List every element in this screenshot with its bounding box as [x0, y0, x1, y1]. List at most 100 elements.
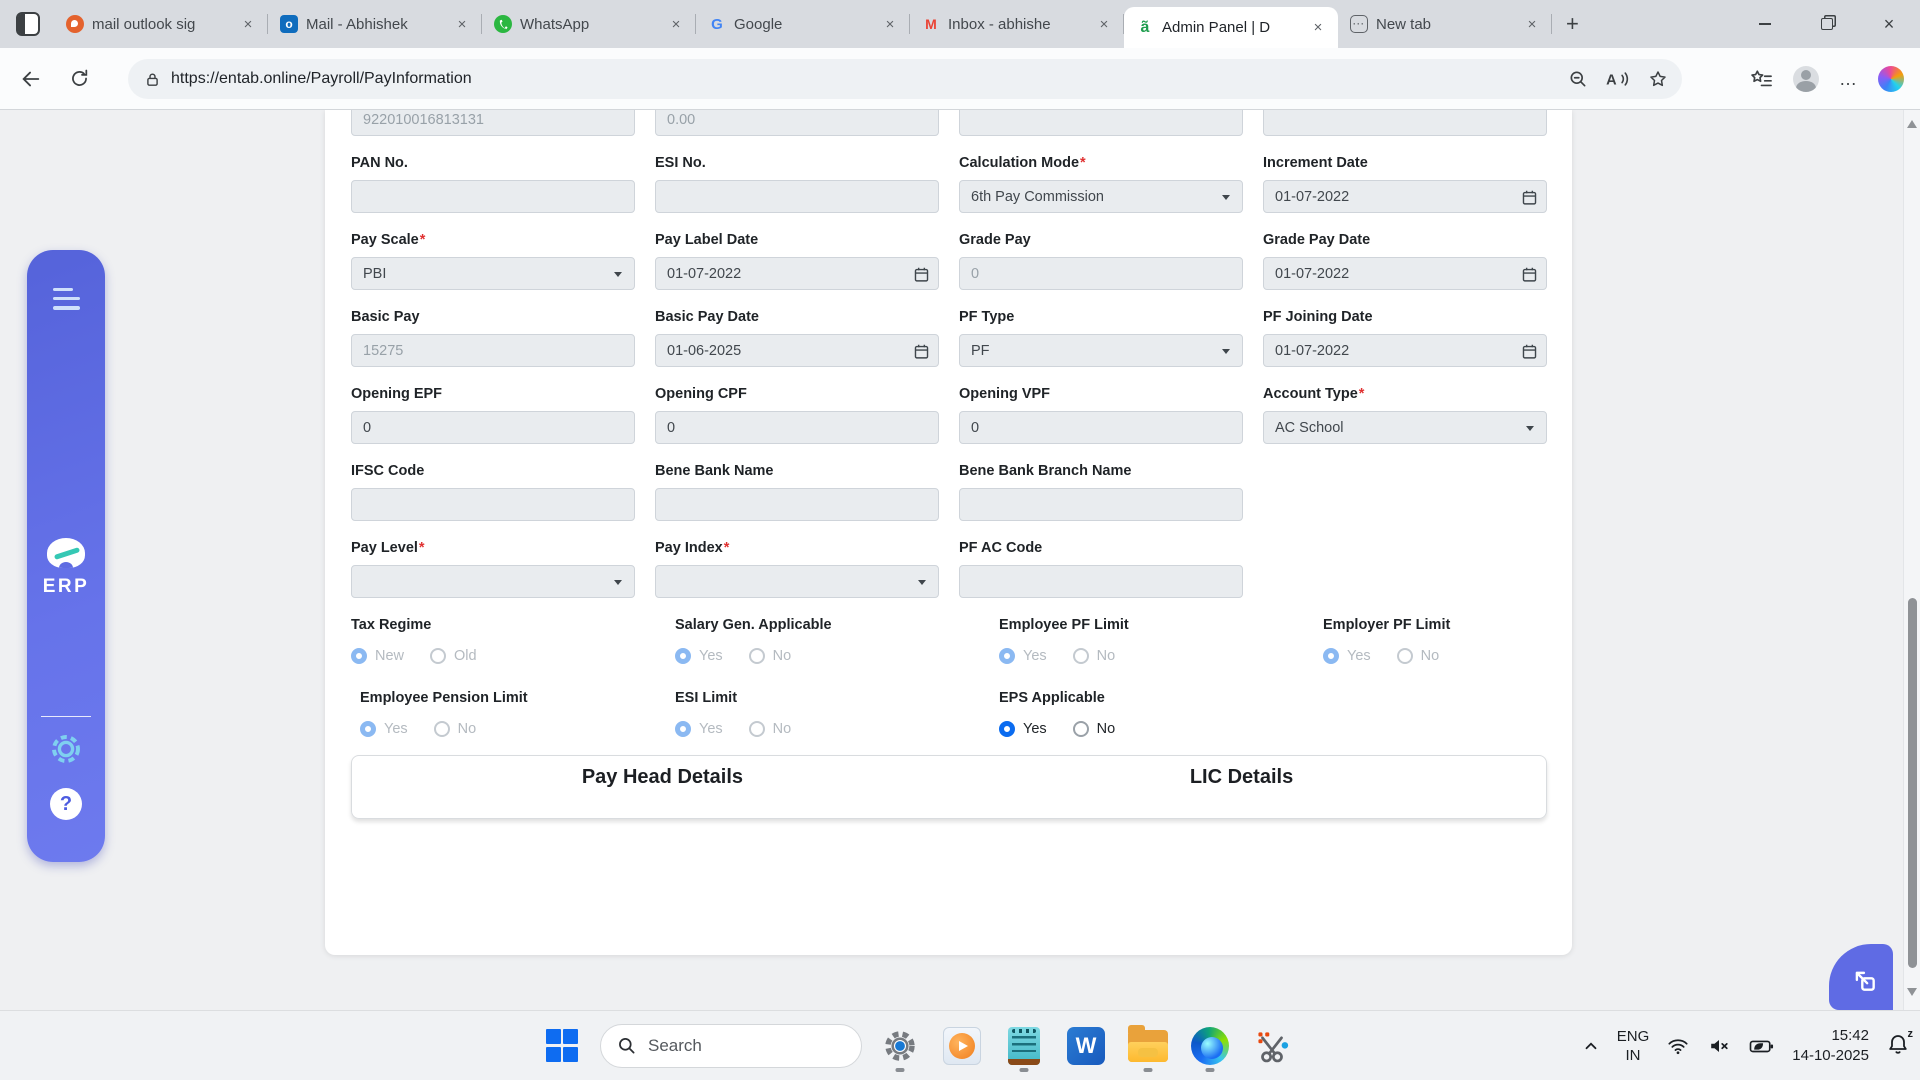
radio-no[interactable]: No [1073, 721, 1116, 737]
scrollbar-thumb[interactable] [1908, 598, 1917, 968]
window-restore-button[interactable] [1796, 0, 1858, 48]
grade-pay-date-input[interactable]: 01-07-2022 [1263, 257, 1547, 290]
tab-google[interactable]: G Google × [696, 0, 910, 48]
tab-gmail-inbox[interactable]: M Inbox - abhishe × [910, 0, 1124, 48]
tab-new-tab[interactable]: ··· New tab × [1338, 0, 1552, 48]
radio-yes[interactable]: Yes [360, 721, 408, 737]
url-text[interactable]: https://entab.online/Payroll/PayInformat… [171, 70, 1568, 88]
vertical-scrollbar[interactable] [1903, 110, 1920, 1010]
taskbar-media-player[interactable] [938, 1022, 986, 1070]
menu-hamburger-icon[interactable] [53, 288, 80, 310]
window-close-button[interactable]: × [1858, 0, 1920, 48]
windows-logo-icon [546, 1029, 579, 1062]
truncated-input-1[interactable]: 922010016813131 [351, 110, 635, 136]
notification-bell[interactable]: z [1886, 1032, 1910, 1061]
new-tab-button[interactable]: + [1566, 11, 1579, 37]
volume-muted-icon[interactable] [1707, 1035, 1731, 1057]
language-indicator[interactable]: ENG IN [1617, 1027, 1650, 1065]
refresh-icon[interactable] [62, 62, 96, 96]
calendar-icon[interactable] [1521, 343, 1538, 360]
window-minimize-button[interactable] [1734, 0, 1796, 48]
truncated-input-3[interactable] [959, 110, 1243, 136]
calendar-icon[interactable] [913, 266, 930, 283]
pay-level-select[interactable] [351, 565, 635, 598]
tab-workspaces-icon[interactable] [16, 12, 40, 36]
tab-close-icon[interactable]: × [666, 14, 686, 34]
radio-yes[interactable]: Yes [999, 648, 1047, 664]
radio-no[interactable]: No [1397, 648, 1440, 664]
profile-avatar[interactable] [1793, 66, 1819, 92]
favorite-star-icon[interactable] [1648, 69, 1668, 89]
radio-yes[interactable]: Yes [675, 648, 723, 664]
bene-bank-branch-name-input[interactable] [959, 488, 1243, 521]
favorites-list-icon[interactable] [1749, 68, 1773, 90]
radio-no[interactable]: No [434, 721, 477, 737]
tab-close-icon[interactable]: × [452, 14, 472, 34]
taskbar-search-input[interactable]: Search [600, 1024, 862, 1068]
radio-yes[interactable]: Yes [675, 721, 723, 737]
esi-no-input[interactable] [655, 180, 939, 213]
taskbar-word[interactable]: W [1062, 1022, 1110, 1070]
opening-vpf-input[interactable]: 0 [959, 411, 1243, 444]
taskbar-settings[interactable] [876, 1022, 924, 1070]
address-bar[interactable]: https://entab.online/Payroll/PayInformat… [128, 59, 1682, 99]
taskbar-file-explorer[interactable] [1124, 1022, 1172, 1070]
taskbar-edge[interactable] [1186, 1022, 1234, 1070]
tab-close-icon[interactable]: × [880, 14, 900, 34]
battery-saver-icon[interactable] [1748, 1035, 1775, 1057]
radio-old[interactable]: Old [430, 648, 477, 664]
radio-yes[interactable]: Yes [999, 721, 1047, 737]
calendar-icon[interactable] [913, 343, 930, 360]
taskbar-snipping-tool[interactable] [1248, 1022, 1296, 1070]
settings-more-icon[interactable]: … [1839, 69, 1858, 90]
pay-scale-select[interactable]: PBI [351, 257, 635, 290]
radio-no[interactable]: No [749, 648, 792, 664]
settings-gear-icon[interactable] [48, 731, 84, 772]
pf-ac-code-input[interactable] [959, 565, 1243, 598]
scroll-up-icon[interactable] [1907, 120, 1917, 128]
scroll-down-icon[interactable] [1907, 988, 1917, 996]
pan-no-input[interactable] [351, 180, 635, 213]
tray-chevron-up-icon[interactable] [1582, 1037, 1600, 1055]
zoom-out-icon[interactable] [1568, 69, 1588, 89]
radio-yes[interactable]: Yes [1323, 648, 1371, 664]
radio-no[interactable]: No [749, 721, 792, 737]
pf-type-select[interactable]: PF [959, 334, 1243, 367]
read-aloud-icon[interactable]: A [1606, 69, 1630, 89]
tab-close-icon[interactable]: × [238, 14, 258, 34]
truncated-input-2[interactable]: 0.00 [655, 110, 939, 136]
tab-mail-abhishek[interactable]: o Mail - Abhishek × [268, 0, 482, 48]
tab-close-icon[interactable]: × [1308, 18, 1328, 38]
back-icon[interactable] [14, 62, 48, 96]
truncated-input-4[interactable] [1263, 110, 1547, 136]
wifi-icon[interactable] [1666, 1035, 1690, 1057]
radio-new[interactable]: New [351, 648, 404, 664]
tab-whatsapp[interactable]: WhatsApp × [482, 0, 696, 48]
opening-cpf-input[interactable]: 0 [655, 411, 939, 444]
basic-pay-input[interactable]: 15275 [351, 334, 635, 367]
expand-shortcut-button[interactable] [1829, 944, 1893, 1010]
grade-pay-input[interactable]: 0 [959, 257, 1243, 290]
radio-no[interactable]: No [1073, 648, 1116, 664]
pay-label-date-input[interactable]: 01-07-2022 [655, 257, 939, 290]
ifsc-code-input[interactable] [351, 488, 635, 521]
pf-joining-date-input[interactable]: 01-07-2022 [1263, 334, 1547, 367]
opening-epf-input[interactable]: 0 [351, 411, 635, 444]
copilot-icon[interactable] [1878, 66, 1904, 92]
bene-bank-name-input[interactable] [655, 488, 939, 521]
calendar-icon[interactable] [1521, 189, 1538, 206]
account-type-select[interactable]: AC School [1263, 411, 1547, 444]
pay-index-select[interactable] [655, 565, 939, 598]
start-button[interactable] [538, 1022, 586, 1070]
increment-date-input[interactable]: 01-07-2022 [1263, 180, 1547, 213]
tab-admin-panel-active[interactable]: ã Admin Panel | D × [1124, 7, 1338, 48]
clock[interactable]: 15:42 14-10-2025 [1792, 1026, 1869, 1066]
calendar-icon[interactable] [1521, 266, 1538, 283]
help-icon[interactable]: ? [50, 788, 82, 820]
calculation-mode-select[interactable]: 6th Pay Commission [959, 180, 1243, 213]
basic-pay-date-input[interactable]: 01-06-2025 [655, 334, 939, 367]
tab-mail-outlook-sig[interactable]: mail outlook sig × [54, 0, 268, 48]
tab-close-icon[interactable]: × [1094, 14, 1114, 34]
tab-close-icon[interactable]: × [1522, 14, 1542, 34]
taskbar-notepad[interactable] [1000, 1022, 1048, 1070]
